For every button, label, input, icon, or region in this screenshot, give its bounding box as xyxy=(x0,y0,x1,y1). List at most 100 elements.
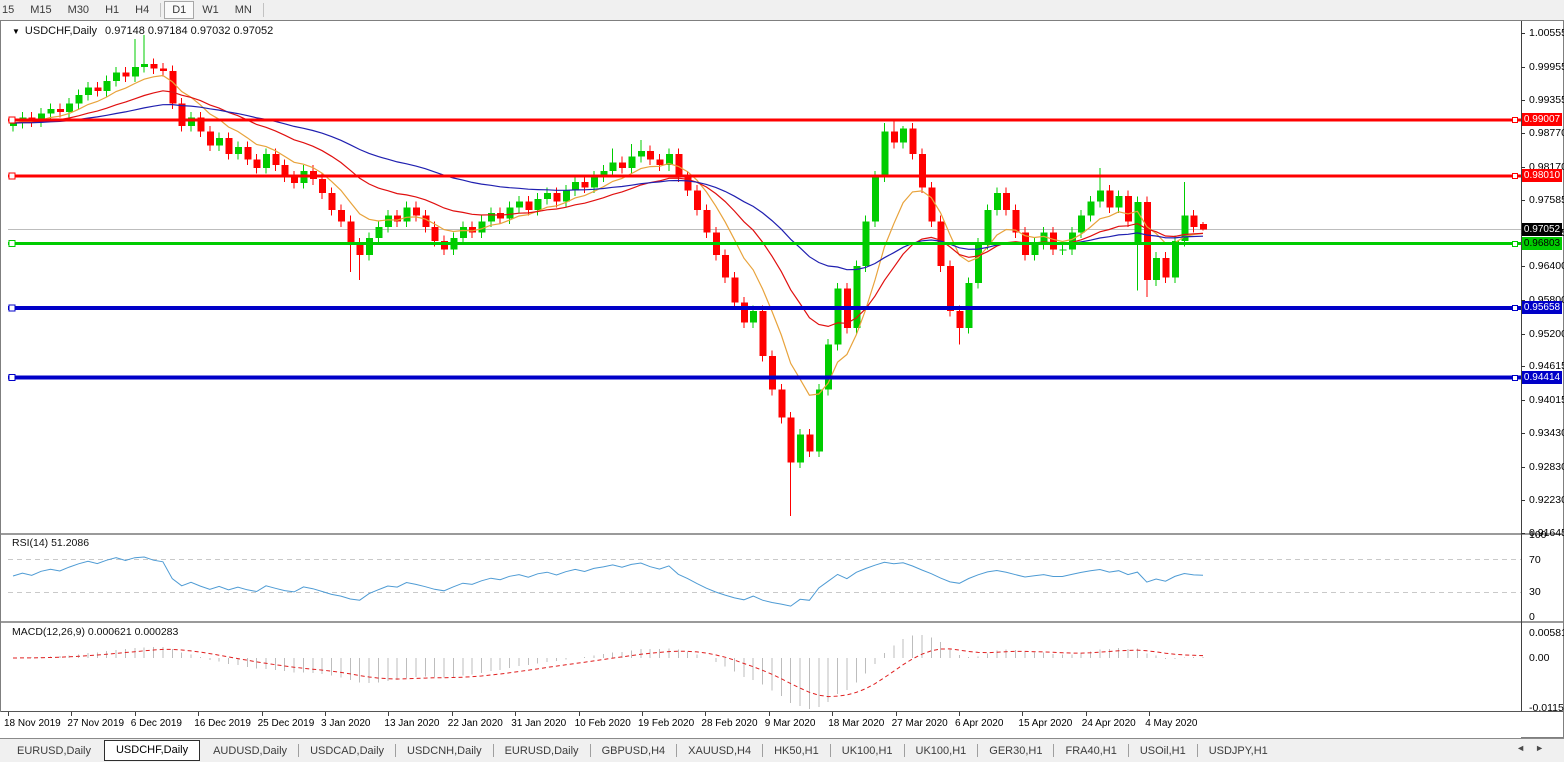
chart-tabs-bar: EURUSD,DailyUSDCHF,DailyAUDUSD,DailyUSDC… xyxy=(0,738,1564,762)
timeframe-button-d1[interactable]: D1 xyxy=(164,1,194,19)
macd-label: MACD(12,26,9) 0.000621 0.000283 xyxy=(12,626,178,638)
chart-tab-gbpusd-h4[interactable]: GBPUSD,H4 xyxy=(591,740,677,762)
chart-title: ▼ USDCHF,Daily 0.97148 0.97184 0.97032 0.9… xyxy=(12,25,273,37)
chart-tab-usdcad-daily[interactable]: USDCAD,Daily xyxy=(299,740,395,762)
chart-ohlc-values: 0.97148 0.97184 0.97032 0.97052 xyxy=(105,25,273,37)
price-tick-label: 0.93430 xyxy=(1529,427,1564,439)
toolbar-separator xyxy=(160,3,161,17)
price-badge-0.99007: 0.99007 xyxy=(1522,113,1562,126)
price-tick-label: 0.92830 xyxy=(1529,461,1564,473)
timeframe-button-w1[interactable]: W1 xyxy=(194,1,227,19)
chart-tab-ger30-h1[interactable]: GER30,H1 xyxy=(978,740,1053,762)
price-tick xyxy=(1521,433,1525,434)
metatrader-window: 15M15M30H1H4 D1W1MN ▼ USDCHF,Daily 0.97148 … xyxy=(0,0,1564,762)
date-tick xyxy=(8,712,9,716)
date-tick xyxy=(959,712,960,716)
price-tick-label: 0.91645 xyxy=(1529,527,1564,539)
timeframe-button-m15[interactable]: M15 xyxy=(22,1,59,19)
scroll-left-icon[interactable]: ◄ xyxy=(1516,743,1535,753)
date-label: 27 Nov 2019 xyxy=(67,718,124,729)
price-tick-label: 0.99355 xyxy=(1529,94,1564,106)
date-tick xyxy=(515,712,516,716)
price-tick xyxy=(1521,100,1525,101)
chart-tab-hk50-h1[interactable]: HK50,H1 xyxy=(763,740,830,762)
chart-tab-eurusd-daily[interactable]: EURUSD,Daily xyxy=(6,740,102,762)
price-tick-label: 0.92230 xyxy=(1529,494,1564,506)
chart-tab-usoil-h1[interactable]: USOil,H1 xyxy=(1129,740,1197,762)
line-handle[interactable] xyxy=(9,305,15,311)
tab-scroll-arrows: ◄► xyxy=(1516,743,1554,753)
price-badge-0.97052: 0.97052 xyxy=(1522,223,1562,236)
chart-tab-usdchf-daily[interactable]: USDCHF,Daily xyxy=(104,740,200,761)
price-chart-canvas[interactable] xyxy=(8,22,1521,533)
date-tick xyxy=(135,712,136,716)
date-axis[interactable]: 18 Nov 201927 Nov 20196 Dec 201916 Dec 2… xyxy=(0,712,1521,738)
price-tick-label: 0.94015 xyxy=(1529,394,1564,406)
toolbar-separator xyxy=(263,3,264,17)
timeframe-button-m30[interactable]: M30 xyxy=(60,1,97,19)
price-tick-label: 0.99955 xyxy=(1529,61,1564,73)
timeframe-button-15[interactable]: 15 xyxy=(0,1,22,19)
date-label: 18 Mar 2020 xyxy=(828,718,884,729)
date-tick xyxy=(769,712,770,716)
price-tick xyxy=(1521,266,1525,267)
price-tick-label: 1.00555 xyxy=(1529,27,1564,39)
chart-symbol-label: USDCHF,Daily xyxy=(25,25,97,37)
chart-tab-usdcnh-daily[interactable]: USDCNH,Daily xyxy=(396,740,493,762)
line-handle[interactable] xyxy=(9,173,15,179)
date-label: 31 Jan 2020 xyxy=(511,718,566,729)
date-label: 6 Apr 2020 xyxy=(955,718,1003,729)
chart-tab-audusd-daily[interactable]: AUDUSD,Daily xyxy=(202,740,298,762)
date-tick xyxy=(705,712,706,716)
price-tick-label: 0.97585 xyxy=(1529,194,1564,206)
line-handle[interactable] xyxy=(9,117,15,123)
collapse-arrow-icon[interactable]: ▼ xyxy=(12,27,20,36)
price-tick xyxy=(1521,400,1525,401)
chart-tab-uk100-h1[interactable]: UK100,H1 xyxy=(905,740,978,762)
price-tick xyxy=(1521,133,1525,134)
candlesticks xyxy=(10,35,1207,516)
timeframe-button-h1[interactable]: H1 xyxy=(97,1,127,19)
price-badge-0.96803: 0.96803 xyxy=(1522,237,1562,250)
date-label: 13 Jan 2020 xyxy=(384,718,439,729)
date-tick xyxy=(71,712,72,716)
chart-tab-eurusd-daily[interactable]: EURUSD,Daily xyxy=(494,740,590,762)
price-tick xyxy=(1521,200,1525,201)
chart-tab-uk100-h1[interactable]: UK100,H1 xyxy=(831,740,904,762)
price-badge-0.95658: 0.95658 xyxy=(1522,301,1562,314)
pane-splitter[interactable] xyxy=(1,621,1563,623)
date-label: 19 Feb 2020 xyxy=(638,718,694,729)
date-tick xyxy=(452,712,453,716)
date-tick xyxy=(1022,712,1023,716)
chart-tab-usdjpy-h1[interactable]: USDJPY,H1 xyxy=(1198,740,1279,762)
price-tick xyxy=(1521,533,1525,534)
date-label: 3 Jan 2020 xyxy=(321,718,371,729)
line-handle[interactable] xyxy=(9,375,15,381)
date-label: 27 Mar 2020 xyxy=(892,718,948,729)
chart-tab-fra40-h1[interactable]: FRA40,H1 xyxy=(1054,740,1127,762)
date-tick xyxy=(579,712,580,716)
date-tick xyxy=(262,712,263,716)
date-label: 18 Nov 2019 xyxy=(4,718,61,729)
date-tick xyxy=(1149,712,1150,716)
date-label: 25 Dec 2019 xyxy=(258,718,315,729)
line-handle[interactable] xyxy=(9,241,15,247)
scroll-right-icon[interactable]: ► xyxy=(1535,743,1554,753)
price-tick xyxy=(1521,366,1525,367)
timeframe-button-mn[interactable]: MN xyxy=(227,1,260,19)
price-tick xyxy=(1521,467,1525,468)
price-tick-label: 0.98770 xyxy=(1529,127,1564,139)
rsi-label: RSI(14) 51.2086 xyxy=(12,537,89,549)
price-axis[interactable]: 1.005550.999550.993550.987700.981700.975… xyxy=(1521,21,1564,711)
date-label: 24 Apr 2020 xyxy=(1082,718,1136,729)
price-tick-label: 0.95200 xyxy=(1529,328,1564,340)
timeframe-button-h4[interactable]: H4 xyxy=(127,1,157,19)
macd-indicator-canvas[interactable] xyxy=(8,624,1521,711)
date-label: 16 Dec 2019 xyxy=(194,718,251,729)
date-tick xyxy=(642,712,643,716)
rsi-indicator-canvas[interactable] xyxy=(8,535,1521,620)
price-badge-0.94414: 0.94414 xyxy=(1522,371,1562,384)
date-tick xyxy=(1086,712,1087,716)
date-label: 15 Apr 2020 xyxy=(1018,718,1072,729)
chart-tab-xauusd-h4[interactable]: XAUUSD,H4 xyxy=(677,740,762,762)
